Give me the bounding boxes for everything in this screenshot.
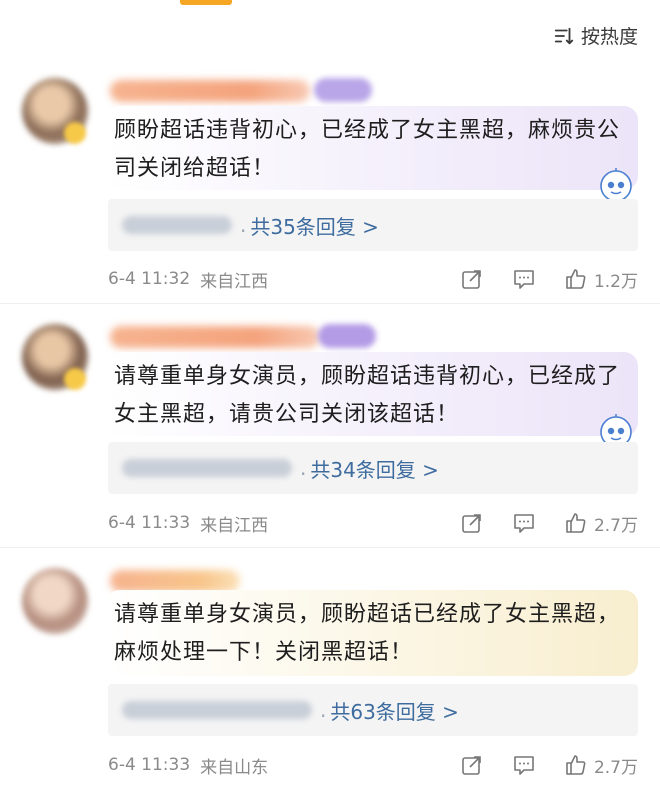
comment-bubble: 请尊重单身女演员，顾盼超话已经成了女主黑超，麻烦处理一下！关闭黑超话！ bbox=[106, 590, 638, 676]
comment-bubble: 顾盼超话违背初心，已经成了女主黑超，麻烦贵公司关闭给超话！ bbox=[106, 106, 638, 202]
share-icon bbox=[462, 514, 481, 533]
thumbs-up-icon bbox=[566, 755, 586, 775]
comment-time: 6-4 11:33 bbox=[108, 513, 191, 533]
comment-meta: 6-4 11:32 来自江西 1.2万 bbox=[108, 264, 638, 294]
username-redacted[interactable] bbox=[110, 326, 320, 348]
thumbs-up-icon bbox=[566, 513, 586, 533]
comment-button[interactable] bbox=[512, 267, 536, 291]
like-count: 2.7万 bbox=[593, 757, 638, 778]
sort-label: 按热度 bbox=[580, 26, 638, 48]
comment-text: 请尊重单身女演员，顾盼超话已经成了女主黑超，麻烦处理一下！关闭黑超话！ bbox=[114, 602, 621, 665]
comment-icon bbox=[514, 270, 534, 289]
like-count: 1.2万 bbox=[593, 271, 638, 292]
reply-user-redacted bbox=[122, 459, 292, 477]
comment-feed: 按热度 顾盼超话违背初心，已经成了女主黑超，麻烦贵公司关闭给超话！ . 共35条… bbox=[0, 0, 660, 805]
comment-bubble: 请尊重单身女演员，顾盼超话违背初心，已经成了女主黑超，请贵公司关闭该超话！ bbox=[106, 352, 638, 448]
comment-actions: 2.7万 bbox=[460, 750, 638, 780]
username-redacted[interactable] bbox=[110, 80, 310, 102]
replies-preview[interactable]: . 共34条回复 > bbox=[108, 442, 638, 494]
share-icon bbox=[462, 270, 481, 289]
fan-badge bbox=[314, 78, 372, 102]
divider bbox=[0, 303, 660, 304]
view-replies-link[interactable]: 共63条回复 > bbox=[330, 696, 459, 725]
divider bbox=[0, 547, 660, 548]
comment-text: 请尊重单身女演员，顾盼超话违背初心，已经成了女主黑超，请贵公司关闭该超话！ bbox=[114, 364, 621, 427]
comment-actions: 1.2万 bbox=[460, 264, 638, 294]
comment-icon bbox=[514, 514, 534, 533]
comment-location: 来自江西 bbox=[200, 515, 269, 536]
comment-actions: 2.7万 bbox=[460, 508, 638, 538]
like-button[interactable]: 1.2万 bbox=[564, 267, 638, 292]
tab-indicator bbox=[180, 0, 232, 5]
view-replies-link[interactable]: 共34条回复 > bbox=[310, 454, 439, 483]
comment-icon bbox=[514, 756, 534, 775]
comment-location: 来自山东 bbox=[200, 757, 269, 778]
share-button[interactable] bbox=[460, 753, 484, 777]
thumbs-up-icon bbox=[566, 269, 586, 289]
username-redacted[interactable] bbox=[110, 570, 240, 592]
comment-time: 6-4 11:32 bbox=[108, 269, 191, 289]
sort-icon bbox=[554, 27, 574, 44]
avatar[interactable] bbox=[22, 568, 88, 634]
fan-badge bbox=[318, 324, 376, 348]
reply-user-redacted bbox=[122, 701, 312, 719]
verified-badge-icon bbox=[64, 368, 86, 390]
reply-ellipsis: . bbox=[320, 698, 327, 722]
sort-by-hot-button[interactable]: 按热度 bbox=[553, 22, 638, 49]
like-count: 2.7万 bbox=[593, 515, 638, 536]
share-icon bbox=[462, 756, 481, 775]
comment-meta: 6-4 11:33 来自江西 2.7万 bbox=[108, 508, 638, 538]
reply-user-redacted bbox=[122, 216, 232, 234]
comment-button[interactable] bbox=[512, 511, 536, 535]
share-button[interactable] bbox=[460, 267, 484, 291]
like-button[interactable]: 2.7万 bbox=[564, 753, 638, 778]
comment-meta: 6-4 11:33 来自山东 2.7万 bbox=[108, 750, 638, 780]
verified-badge-icon bbox=[64, 122, 86, 144]
comment-location: 来自江西 bbox=[200, 271, 269, 292]
replies-preview[interactable]: . 共63条回复 > bbox=[108, 684, 638, 736]
comment-time: 6-4 11:33 bbox=[108, 755, 191, 775]
reply-ellipsis: . bbox=[300, 456, 307, 480]
view-replies-link[interactable]: 共35条回复 > bbox=[250, 211, 379, 240]
comment-text: 顾盼超话违背初心，已经成了女主黑超，麻烦贵公司关闭给超话！ bbox=[114, 118, 621, 181]
replies-preview[interactable]: . 共35条回复 > bbox=[108, 199, 638, 251]
share-button[interactable] bbox=[460, 511, 484, 535]
reply-ellipsis: . bbox=[240, 213, 247, 237]
comment-button[interactable] bbox=[512, 753, 536, 777]
like-button[interactable]: 2.7万 bbox=[564, 511, 638, 536]
